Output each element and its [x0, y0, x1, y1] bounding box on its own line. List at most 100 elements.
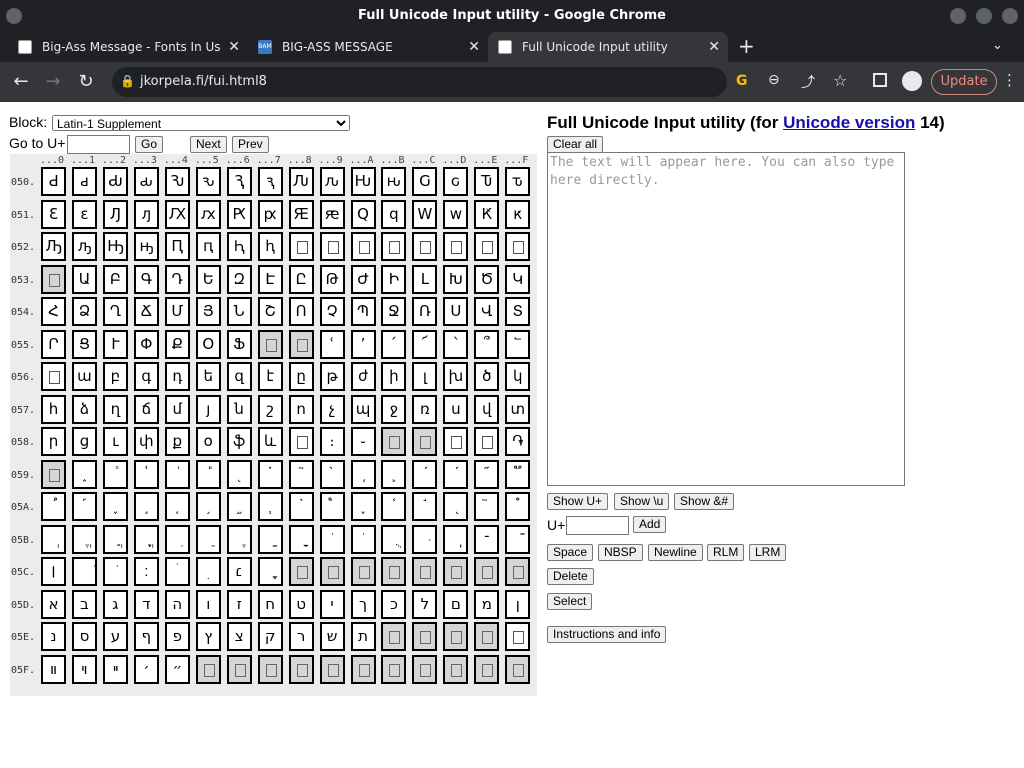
char-cell[interactable]: Չ [319, 297, 345, 326]
char-cell[interactable]: ԝ [443, 199, 469, 229]
select-button[interactable]: Select [547, 593, 593, 610]
char-cell[interactable] [288, 232, 314, 261]
char-cell[interactable]: ף [133, 622, 159, 651]
char-cell[interactable]: ց [71, 427, 97, 456]
char-cell[interactable] [412, 557, 438, 586]
char-cell[interactable]: ՞ [474, 329, 500, 359]
char-cell[interactable]: Ԧ [226, 232, 252, 261]
char-cell[interactable]: Ԑ [41, 199, 66, 229]
new-tab-icon[interactable]: + [738, 34, 755, 58]
char-cell[interactable]: Ղ [102, 297, 128, 326]
char-cell[interactable]: Լ [412, 264, 438, 294]
char-cell[interactable]: ך [350, 589, 376, 619]
char-cell[interactable] [381, 557, 407, 586]
char-cell[interactable]: ԡ [71, 232, 97, 261]
char-cell[interactable]: Կ [505, 264, 531, 294]
char-cell[interactable]: Ո [288, 297, 314, 326]
char-cell[interactable] [381, 232, 407, 261]
char-cell[interactable]: Ը [288, 264, 314, 294]
char-cell[interactable]: ײ [102, 654, 128, 684]
char-cell[interactable]: א [41, 589, 66, 619]
char-cell[interactable]: ֝ [443, 459, 469, 489]
char-cell[interactable]: Ւ [102, 329, 128, 359]
char-cell[interactable]: ԛ [381, 199, 407, 229]
char-cell[interactable]: Ճ [133, 297, 159, 326]
char-cell[interactable]: ו [195, 589, 221, 619]
tab-search-icon[interactable]: ⌄ [992, 38, 1003, 53]
char-cell[interactable]: Շ [257, 297, 283, 326]
char-cell[interactable]: ֔ [164, 459, 190, 489]
char-cell[interactable]: ֑ [71, 459, 97, 489]
char-cell[interactable]: Ԕ [164, 199, 190, 229]
tab-big-ass-message[interactable]: BAM BIG-ASS MESSAGE ✕ [248, 32, 488, 62]
char-cell[interactable]: ֘ [288, 459, 314, 489]
char-cell[interactable]: Ԝ [412, 199, 438, 229]
char-cell[interactable]: Ԃ [102, 167, 128, 196]
char-cell[interactable]: ծ [474, 362, 500, 391]
char-cell[interactable]: Յ [195, 297, 221, 326]
char-cell[interactable] [381, 622, 407, 651]
char-cell[interactable]: ֟ [505, 459, 531, 489]
char-cell[interactable] [505, 557, 531, 586]
char-cell[interactable]: ַ [257, 524, 283, 554]
go-button[interactable]: Go [135, 136, 164, 153]
char-cell[interactable] [350, 654, 376, 684]
char-cell[interactable]: ה [164, 589, 190, 619]
char-cell[interactable] [381, 654, 407, 684]
char-cell[interactable]: ԧ [257, 232, 283, 261]
char-cell[interactable]: ֕ [195, 459, 221, 489]
char-cell[interactable]: ק [257, 622, 283, 651]
share-icon[interactable]: ⤴ [801, 72, 815, 92]
char-cell[interactable]: Ձ [71, 297, 97, 326]
update-button[interactable]: Update [931, 69, 997, 95]
char-cell[interactable]: ֊ [350, 427, 376, 456]
char-cell[interactable] [288, 557, 314, 586]
char-cell[interactable]: ա [71, 362, 97, 391]
char-cell[interactable]: ԓ [133, 199, 159, 229]
char-cell[interactable]: ֻ [381, 524, 407, 554]
char-cell[interactable]: Ծ [474, 264, 500, 294]
char-cell[interactable]: Մ [164, 297, 190, 326]
char-cell[interactable]: և [257, 427, 283, 456]
space-button[interactable]: Space [547, 544, 594, 561]
char-cell[interactable]: հ [41, 394, 66, 424]
tab-full-unicode-input[interactable]: Full Unicode Input utility ✕ [488, 32, 728, 62]
char-cell[interactable]: ֣ [133, 492, 159, 521]
reload-icon[interactable]: ↻ [75, 71, 97, 93]
char-cell[interactable]: ֪ [350, 492, 376, 521]
char-cell[interactable]: ֚ [350, 459, 376, 489]
char-cell[interactable]: Ԍ [412, 167, 438, 196]
lock-icon[interactable]: 🔒 [120, 74, 135, 88]
char-cell[interactable]: Ջ [381, 297, 407, 326]
char-cell[interactable] [505, 622, 531, 651]
profile-avatar-icon[interactable] [902, 71, 922, 91]
show-entity-button[interactable]: Show &# [674, 493, 735, 510]
char-cell[interactable]: ԙ [319, 199, 345, 229]
char-cell[interactable]: ֬ [412, 492, 438, 521]
char-cell[interactable]: כ [381, 589, 407, 619]
char-cell[interactable]: վ [474, 394, 500, 424]
add-button[interactable]: Add [633, 516, 667, 533]
char-cell[interactable]: ԃ [133, 167, 159, 196]
char-cell[interactable]: ִ [164, 524, 190, 554]
char-cell[interactable]: ג [102, 589, 128, 619]
prev-button[interactable]: Prev [232, 136, 269, 153]
char-cell[interactable]: Ԅ [164, 167, 190, 196]
zoom-icon[interactable]: ⊖ [768, 72, 780, 88]
char-cell[interactable] [474, 654, 500, 684]
char-cell[interactable]: ֗ [257, 459, 283, 489]
char-cell[interactable] [474, 427, 500, 456]
char-cell[interactable] [288, 427, 314, 456]
char-cell[interactable]: ։ [319, 427, 345, 456]
char-cell[interactable]: Ժ [350, 264, 376, 294]
show-uplus-button[interactable]: Show U+ [547, 493, 609, 510]
char-cell[interactable]: Խ [443, 264, 469, 294]
char-cell[interactable]: Ք [164, 329, 190, 359]
char-cell[interactable]: נ [41, 622, 66, 651]
char-cell[interactable]: ճ [133, 394, 159, 424]
char-cell[interactable]: ש [319, 622, 345, 651]
char-cell[interactable]: ל [412, 589, 438, 619]
char-cell[interactable]: տ [505, 394, 531, 424]
char-cell[interactable]: ՝ [443, 329, 469, 359]
char-cell[interactable]: ע [102, 622, 128, 651]
